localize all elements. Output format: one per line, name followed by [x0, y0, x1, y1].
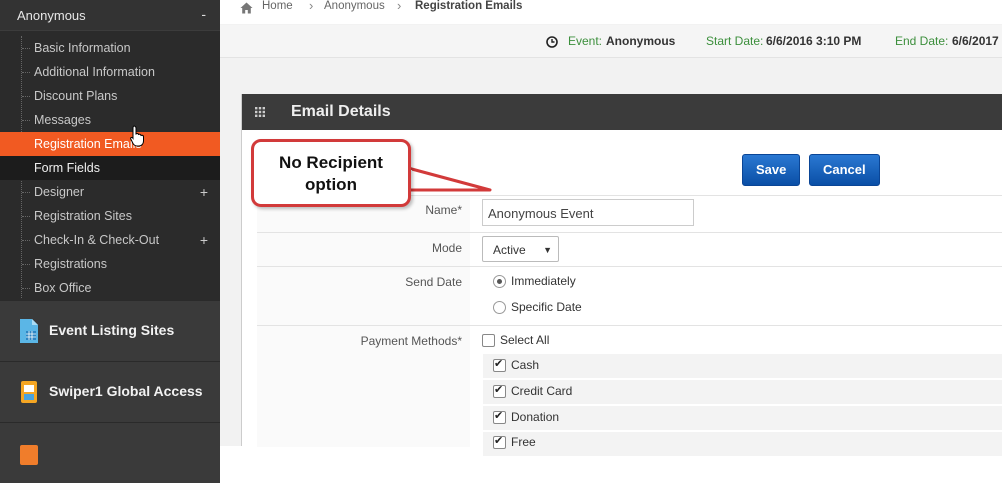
- sidebar-section-calendar[interactable]: [0, 422, 220, 483]
- sidebar-item-discount-plans[interactable]: Discount Plans: [0, 84, 220, 108]
- card-reader-icon: [21, 381, 37, 403]
- name-label: Name*: [425, 203, 462, 217]
- sidebar-section-label: Event Listing Sites: [49, 322, 175, 338]
- sidebar-section-event-listing-sites[interactable]: Event Listing Sites: [0, 300, 220, 361]
- send-date-label: Send Date: [405, 275, 462, 289]
- breadcrumb-home[interactable]: Home: [262, 0, 293, 12]
- mode-select[interactable]: Active ▼: [482, 236, 559, 262]
- sidebar-item-label: Box Office: [34, 281, 92, 295]
- sidebar-section-swiper1-global-access[interactable]: Swiper1 Global Access: [0, 361, 220, 422]
- sidebar-item-check-in-check-out[interactable]: Check-In & Check-Out +: [0, 228, 220, 252]
- payment-row: [483, 353, 1002, 378]
- sidebar-item-label: Registrations: [34, 257, 107, 271]
- checkbox-free[interactable]: [493, 434, 506, 449]
- expand-icon[interactable]: +: [200, 228, 208, 252]
- grid-icon: [255, 107, 265, 117]
- sidebar-item-label: Discount Plans: [34, 89, 118, 103]
- radio-specific-date[interactable]: [493, 301, 506, 314]
- sidebar-item-label: Registration Sites: [34, 209, 132, 223]
- mode-label: Mode: [431, 241, 462, 255]
- sidebar-item-label: Messages: [34, 113, 91, 127]
- start-date-label: Start Date:: [706, 34, 764, 48]
- annotation-callout: No Recipient option: [251, 139, 411, 207]
- sidebar-item-messages[interactable]: Messages: [0, 108, 220, 132]
- form-row-mode: Mode: [257, 232, 1002, 267]
- mouse-cursor-icon: [130, 125, 144, 147]
- panel-title: Email Details: [291, 103, 391, 120]
- end-date-value: 6/6/2017: [952, 34, 999, 48]
- sidebar-item-additional-information[interactable]: Additional Information: [0, 60, 220, 84]
- form-row-send-date: Send Date: [257, 266, 1002, 326]
- sidebar-item-label: Basic Information: [34, 41, 131, 55]
- payment-label-credit-card: Credit Card: [511, 384, 573, 398]
- checkbox-select-all[interactable]: [482, 334, 495, 347]
- callout-line-2: option: [305, 175, 357, 194]
- payment-label-donation: Donation: [511, 410, 560, 424]
- home-icon[interactable]: [240, 2, 253, 14]
- sidebar-item-label: Form Fields: [34, 161, 100, 175]
- checkbox-credit-card[interactable]: [493, 383, 506, 398]
- sidebar-item-form-fields[interactable]: Form Fields: [0, 156, 220, 180]
- event-info-bar: Event: Anonymous Start Date: 6/6/2016 3:…: [220, 25, 1002, 58]
- end-date-label: End Date:: [895, 34, 949, 48]
- payment-label-cash: Cash: [511, 358, 540, 372]
- chevron-right-icon: ›: [397, 0, 402, 13]
- payment-row: [483, 431, 1002, 456]
- caret-down-icon: ▼: [543, 245, 552, 255]
- sidebar-item-registrations[interactable]: Registrations: [0, 252, 220, 276]
- radio-specific-date-label: Specific Date: [511, 300, 582, 314]
- mode-select-value: Active: [493, 243, 526, 257]
- name-input[interactable]: Anonymous Event: [482, 199, 694, 226]
- sidebar-item-basic-information[interactable]: Basic Information: [0, 36, 220, 60]
- breadcrumb-current: Registration Emails: [415, 0, 523, 12]
- sidebar-event-name: Anonymous: [17, 8, 86, 23]
- sidebar: Anonymous - Basic Information Additional…: [0, 0, 220, 483]
- event-value: Anonymous: [606, 34, 676, 48]
- sidebar-item-designer[interactable]: Designer +: [0, 180, 220, 204]
- sidebar-event-header[interactable]: Anonymous -: [0, 0, 220, 31]
- sidebar-item-label: Registration Emails: [34, 137, 142, 151]
- checkbox-donation[interactable]: [493, 409, 506, 424]
- payment-label-free: Free: [511, 435, 536, 449]
- callout-pointer: [400, 166, 492, 192]
- checkbox-cash[interactable]: [493, 357, 506, 372]
- sidebar-item-box-office[interactable]: Box Office: [0, 276, 220, 300]
- event-label: Event:: [568, 34, 603, 48]
- start-date-value: 6/6/2016 3:10 PM: [766, 34, 862, 48]
- panel-header: Email Details: [242, 94, 1002, 130]
- clock-icon: [546, 36, 558, 48]
- sidebar-item-registration-emails[interactable]: Registration Emails: [0, 132, 220, 156]
- radio-immediately-label: Immediately: [511, 274, 576, 288]
- payment-row: [483, 405, 1002, 430]
- collapse-toggle[interactable]: -: [201, 6, 206, 22]
- expand-icon[interactable]: +: [200, 180, 208, 204]
- sidebar-menu: Basic Information Additional Information…: [0, 36, 220, 300]
- callout-line-1: No Recipient: [279, 153, 383, 172]
- save-button[interactable]: Save: [742, 154, 801, 186]
- sidebar-item-registration-sites[interactable]: Registration Sites: [0, 204, 220, 228]
- payment-methods-label: Payment Methods*: [360, 334, 462, 348]
- sidebar-item-label: Designer: [34, 185, 85, 199]
- breadcrumb-event[interactable]: Anonymous: [324, 0, 385, 12]
- document-grid-icon: [20, 319, 38, 343]
- breadcrumb: Home › Anonymous › Registration Emails: [220, 0, 1002, 24]
- chevron-right-icon: ›: [309, 0, 314, 13]
- sidebar-item-label: Additional Information: [34, 65, 155, 79]
- radio-immediately[interactable]: [493, 275, 506, 288]
- sidebar-item-label: Check-In & Check-Out: [34, 233, 160, 247]
- calendar-icon: [20, 445, 38, 465]
- select-all-label: Select All: [500, 333, 550, 347]
- sidebar-section-label: Swiper1 Global Access: [49, 383, 203, 399]
- cancel-button[interactable]: Cancel: [809, 154, 880, 186]
- callout-text: No Recipient option: [254, 152, 408, 196]
